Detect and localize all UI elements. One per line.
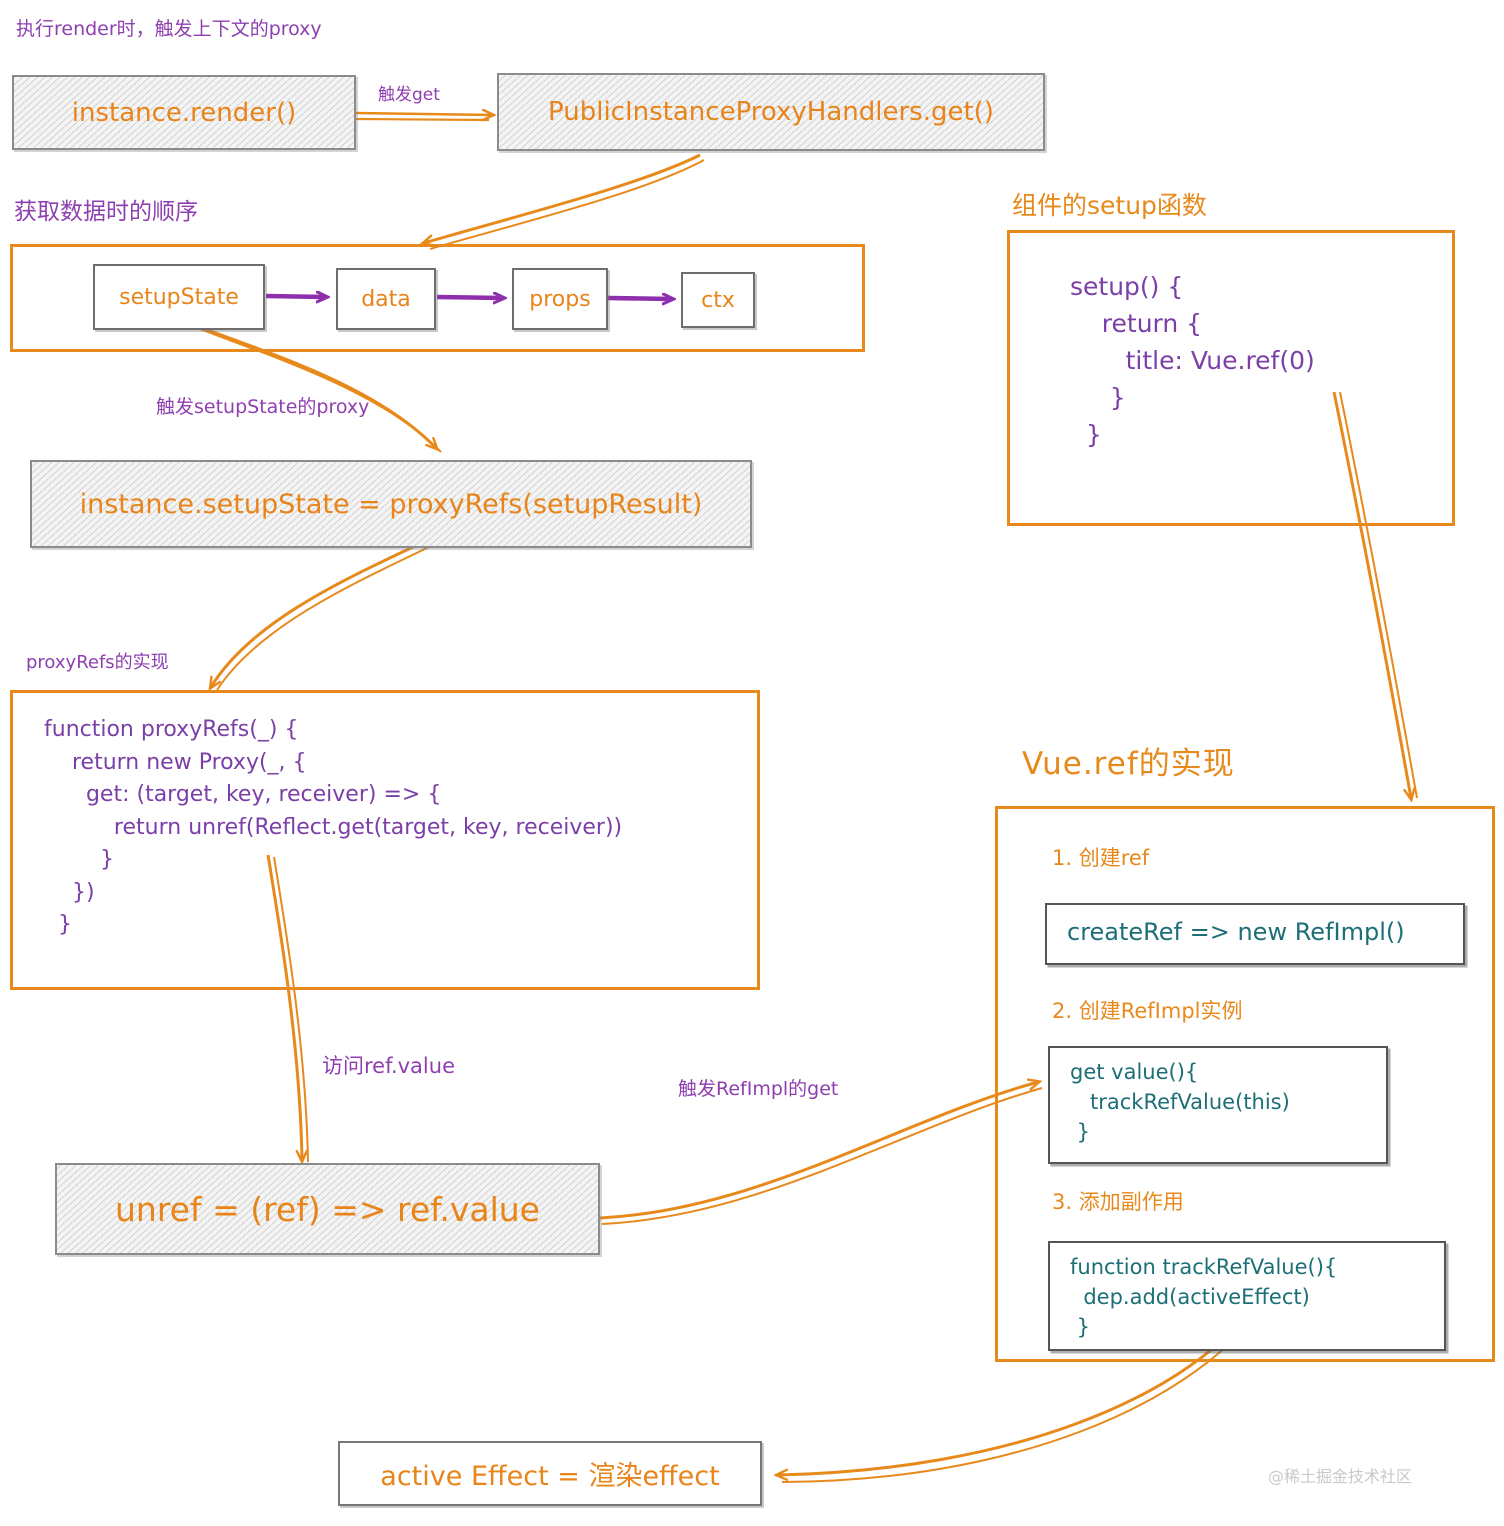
watermark: @稀土掘金技术社区 [1268,1467,1413,1486]
vueref-step-2-code: get value(){ trackRefValue(this) } [1070,1060,1290,1144]
order-item-ctx-label: ctx [701,287,735,313]
arrow-unref-to-getvalue [599,1082,1042,1225]
order-item-setupstate-label: setupState [119,284,239,310]
arrow-label-access-ref-value: 访问ref.value [322,1054,455,1078]
proxyrefs-panel-code: function proxyRefs(_) { return new Proxy… [44,717,623,938]
arrow-label-trigger-get: 触发get [378,85,440,105]
node-instance-setupstate-assign: instance.setupState = proxyRefs(setupRes… [30,460,752,548]
node-active-effect: active Effect = 渲染effect [338,1441,762,1506]
node-instance-setupstate-assign-label: instance.setupState = proxyRefs(setupRes… [79,488,703,520]
node-publicinstanceproxyhandlers-get-label: PublicInstanceProxyHandlers.get() [548,97,994,127]
diagram-canvas: 执行render时，触发上下文的proxy instance.render() … [0,0,1504,1526]
arrow-render-to-proxyget [355,113,492,122]
setup-panel-code: setup() { return { title: Vue.ref(0) } } [1070,272,1315,449]
order-item-props: props [512,268,608,330]
vueref-step-2-label: 2. 创建RefImpl实例 [1052,999,1243,1023]
vueref-step-3-box: function trackRefValue(){ dep.add(active… [1048,1241,1446,1351]
vueref-step-1-box: createRef => new RefImpl() [1045,903,1465,965]
node-instance-render-label: instance.render() [71,97,297,128]
vueref-step-3-label: 3. 添加副作用 [1052,1190,1184,1214]
note-render-trigger-proxy: 执行render时，触发上下文的proxy [16,18,322,40]
order-item-data-label: data [361,286,411,312]
arrow-proxyget-to-orderpanel [424,153,705,250]
vueref-step-1-code: createRef => new RefImpl() [1067,918,1405,946]
order-item-data: data [336,268,436,330]
node-instance-render: instance.render() [12,75,356,150]
order-item-ctx: ctx [681,272,755,328]
node-unref: unref = (ref) => ref.value [55,1163,600,1255]
arrow-assign-to-proxyrefs [211,526,458,690]
arrow-label-trigger-setupstate-proxy: 触发setupState的proxy [156,396,370,418]
node-active-effect-label: active Effect = 渲染effect [380,1461,720,1492]
caption-vueref-panel: Vue.ref的实现 [1022,746,1235,782]
vueref-step-1-label: 1. 创建ref [1052,846,1150,870]
caption-order-panel: 获取数据时的顺序 [14,199,198,225]
vueref-step-3-code: function trackRefValue(){ dep.add(active… [1070,1255,1338,1339]
node-unref-label: unref = (ref) => ref.value [114,1189,540,1229]
node-publicinstanceproxyhandlers-get: PublicInstanceProxyHandlers.get() [497,73,1045,151]
order-item-props-label: props [529,286,591,312]
vueref-step-2-box: get value(){ trackRefValue(this) } [1048,1046,1388,1164]
caption-setup-panel: 组件的setup函数 [1012,191,1207,220]
order-item-setupstate: setupState [93,264,265,330]
arrow-label-trigger-refimpl-get: 触发RefImpl的get [678,1078,839,1100]
caption-proxyrefs-panel: proxyRefs的实现 [26,652,169,673]
